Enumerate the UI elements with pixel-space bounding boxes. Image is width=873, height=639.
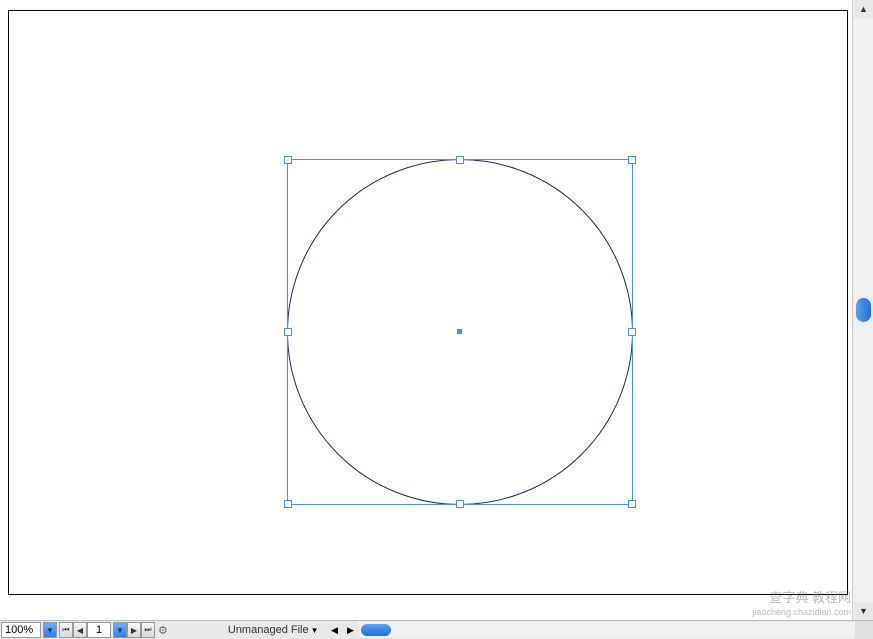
window-resize-grip[interactable] bbox=[855, 621, 873, 639]
horizontal-scroll-thumb[interactable] bbox=[361, 624, 391, 636]
watermark: 查字典 教程网 jiaocheng.chazidian.com bbox=[752, 591, 851, 619]
resize-handle-top-right[interactable] bbox=[628, 156, 636, 164]
next-page-button[interactable]: ▶ bbox=[127, 622, 141, 638]
zoom-popup-group: ▼ bbox=[43, 622, 57, 638]
gear-icon[interactable]: ⚙ bbox=[158, 624, 168, 637]
page-nav-group-2: ▼ ▶ ⏭ bbox=[113, 622, 155, 638]
vertical-scroll-thumb[interactable] bbox=[856, 298, 871, 322]
prev-page-button[interactable]: ◀ bbox=[73, 622, 87, 638]
last-page-button[interactable]: ⏭ bbox=[141, 622, 155, 638]
page-number-field[interactable]: 1 bbox=[87, 622, 111, 638]
first-icon: ⏮ bbox=[62, 625, 69, 635]
page-nav-group: ⏮ ◀ 1 bbox=[59, 622, 111, 638]
status-popup-icon[interactable]: ▼ bbox=[311, 626, 319, 635]
vertical-scrollbar[interactable]: ▲ ▼ bbox=[852, 0, 873, 620]
watermark-line2: jiaocheng.chazidian.com bbox=[752, 605, 851, 619]
resize-handle-bottom-right[interactable] bbox=[628, 500, 636, 508]
watermark-line1: 查字典 教程网 bbox=[752, 591, 851, 605]
zoom-level-field[interactable]: 100% bbox=[1, 622, 41, 638]
zoom-popup-button[interactable]: ▼ bbox=[43, 622, 57, 638]
resize-handle-top-left[interactable] bbox=[284, 156, 292, 164]
last-icon: ⏭ bbox=[144, 625, 151, 635]
first-page-button[interactable]: ⏮ bbox=[59, 622, 73, 638]
document-viewport bbox=[0, 0, 852, 620]
horizontal-scrollbar[interactable]: ◀ ▶ bbox=[327, 622, 873, 638]
scroll-right-button[interactable]: ▶ bbox=[343, 622, 359, 638]
resize-handle-bottom-left[interactable] bbox=[284, 500, 292, 508]
scroll-left-button[interactable]: ◀ bbox=[327, 622, 343, 638]
file-status-label: Unmanaged File bbox=[228, 624, 309, 636]
page-popup-button[interactable]: ▼ bbox=[113, 622, 127, 638]
horizontal-scroll-track[interactable] bbox=[359, 622, 873, 638]
artboard[interactable] bbox=[8, 10, 848, 595]
status-bar: 100% ▼ ⏮ ◀ 1 ▼ ▶ ⏭ ⚙ Unmanaged File ▼ ◀ … bbox=[0, 620, 873, 639]
scroll-down-button[interactable]: ▼ bbox=[854, 602, 873, 620]
ellipse-shape[interactable] bbox=[287, 159, 633, 505]
scroll-up-button[interactable]: ▲ bbox=[854, 0, 873, 18]
